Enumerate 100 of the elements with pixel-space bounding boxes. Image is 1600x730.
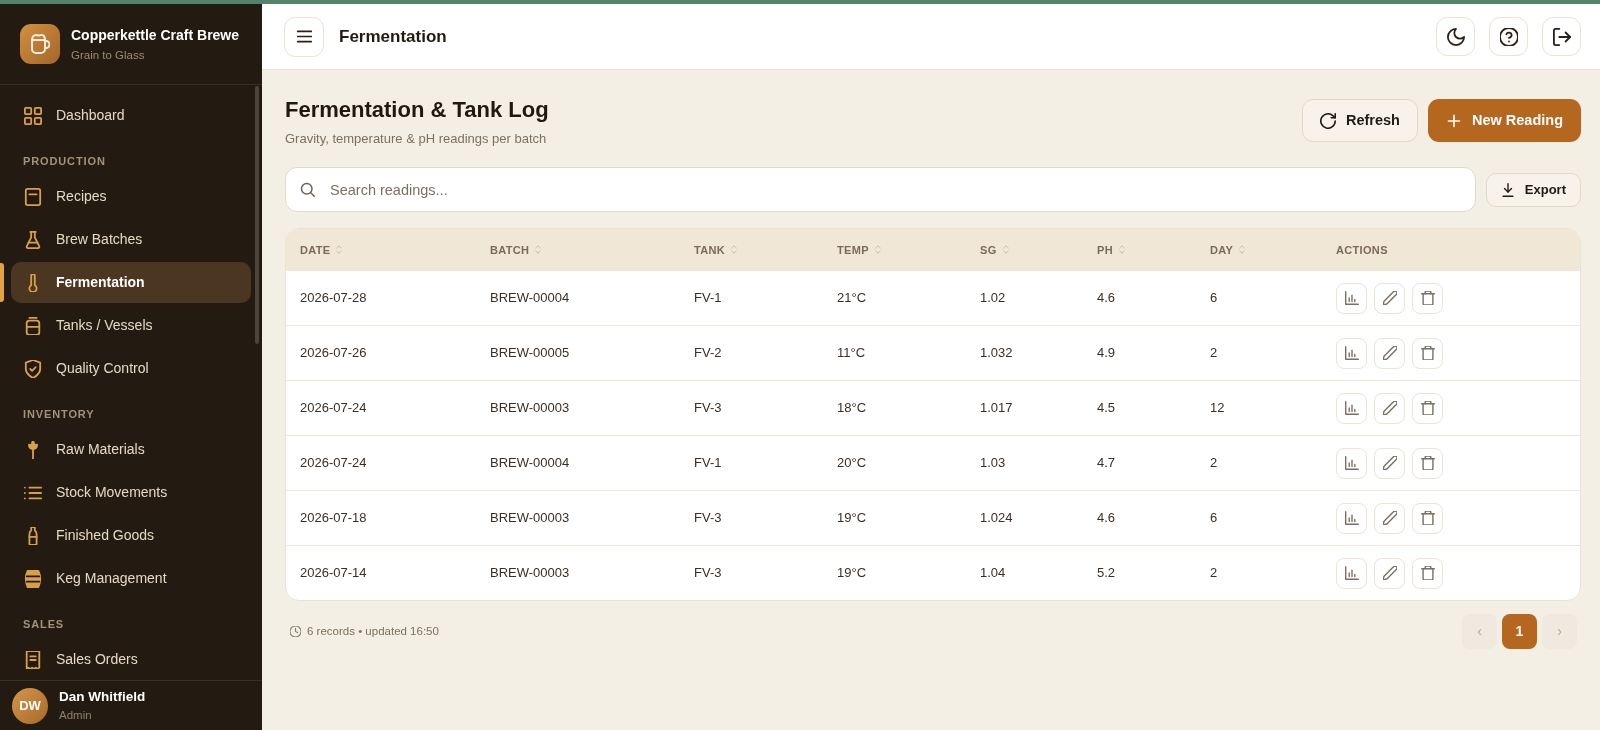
delete-button[interactable] [1412, 337, 1443, 369]
table-cell: 1.04 [980, 565, 1006, 581]
clock-icon [290, 626, 301, 637]
flask-icon [24, 230, 42, 249]
table-cell: 18°C [837, 400, 867, 416]
section-heading: SALES [23, 617, 65, 632]
table-cell: 4.6 [1097, 510, 1116, 526]
pencil-icon [1382, 291, 1397, 305]
column-header[interactable]: BATCH [490, 242, 542, 257]
table-cell: 2 [1210, 455, 1218, 471]
jar-icon [24, 316, 42, 335]
column-header[interactable]: DATE [300, 242, 343, 257]
delete-button[interactable] [1412, 282, 1443, 314]
edit-button[interactable] [1374, 447, 1405, 479]
delete-button[interactable] [1412, 392, 1443, 424]
bar-chart-icon [1344, 401, 1359, 415]
table-cell: 2 [1210, 345, 1218, 361]
bar-chart-icon [1344, 456, 1359, 470]
nav-item[interactable]: Tanks / Vessels [11, 305, 251, 346]
nav-item[interactable]: Stock Movements [11, 472, 251, 513]
table-cell: 11°C [837, 345, 866, 361]
nav-item[interactable]: Brew Batches [11, 219, 251, 260]
sort-icon [535, 245, 542, 254]
table-cell: BREW-00004 [490, 290, 570, 306]
table-cell: 1.02 [980, 290, 1006, 306]
menu-button[interactable] [284, 16, 324, 57]
column-header[interactable]: TANK [694, 242, 738, 257]
header-title: Fermentation [339, 25, 447, 48]
mug-icon [20, 24, 60, 64]
edit-button[interactable] [1374, 392, 1405, 424]
edit-button[interactable] [1374, 557, 1405, 589]
column-header: ACTIONS [1336, 242, 1388, 257]
nav-item[interactable]: Raw Materials [11, 429, 251, 470]
page-button[interactable]: 1 [1502, 614, 1537, 649]
delete-button[interactable] [1412, 502, 1443, 534]
download-icon [1500, 182, 1515, 197]
brand-name: Copperkettle Craft Brewe [71, 25, 240, 44]
page-subtitle: Gravity, temperature & pH readings per batch [285, 130, 547, 148]
column-header[interactable]: PH [1097, 242, 1125, 257]
nav-item[interactable]: Sales Orders [11, 639, 251, 680]
chart-button[interactable] [1336, 337, 1367, 369]
chart-button[interactable] [1336, 502, 1367, 534]
table-cell: FV-3 [694, 565, 722, 581]
table-cell: 2 [1210, 565, 1218, 581]
theme-button[interactable] [1436, 17, 1475, 56]
nav-item[interactable]: Recipes [11, 176, 251, 217]
sort-icon [731, 245, 738, 254]
export-button[interactable]: Export [1485, 172, 1581, 207]
table-cell: BREW-00003 [490, 565, 570, 581]
sort-icon [336, 245, 343, 254]
refresh-icon [1319, 112, 1336, 129]
table-cell: 5.2 [1097, 565, 1116, 581]
scrollbar-thumb[interactable] [255, 86, 259, 344]
chart-button[interactable] [1336, 557, 1367, 589]
avatar: DW [12, 687, 48, 724]
table-cell: 4.6 [1097, 290, 1116, 306]
help-button[interactable] [1489, 17, 1528, 56]
trash-icon [1420, 566, 1435, 580]
section-heading: PRODUCTION [23, 154, 106, 169]
column-header[interactable]: TEMP [837, 242, 881, 257]
sort-icon [874, 245, 881, 254]
bar-chart-icon [1344, 511, 1359, 525]
table-cell: BREW-00003 [490, 510, 570, 526]
edit-button[interactable] [1374, 502, 1405, 534]
chart-button[interactable] [1336, 447, 1367, 479]
barrel-icon [24, 569, 42, 588]
table-cell: 19°C [837, 565, 867, 581]
table-cell: 2026-07-24 [300, 455, 367, 471]
section-heading: INVENTORY [23, 407, 95, 422]
nav-item[interactable]: Quality Control [11, 348, 251, 389]
pencil-icon [1382, 566, 1397, 580]
edit-button[interactable] [1374, 337, 1405, 369]
table-cell: FV-2 [694, 345, 722, 361]
chart-button[interactable] [1336, 392, 1367, 424]
new-reading-button[interactable]: New Reading [1427, 99, 1581, 142]
refresh-button[interactable]: Refresh [1301, 99, 1418, 142]
nav-item[interactable]: Dashboard [11, 95, 251, 136]
trash-icon [1420, 511, 1435, 525]
notepad-icon [24, 187, 42, 206]
table-cell: FV-1 [694, 290, 722, 306]
table-cell: BREW-00005 [490, 345, 570, 361]
help-icon [1499, 27, 1518, 46]
edit-button[interactable] [1374, 282, 1405, 314]
logout-button[interactable] [1542, 17, 1581, 56]
user-name: Dan Whitfield [59, 688, 146, 705]
column-header[interactable]: DAY [1210, 242, 1246, 257]
grid-icon [24, 106, 42, 125]
column-header[interactable]: SG [980, 242, 1009, 257]
chart-button[interactable] [1336, 282, 1367, 314]
delete-button[interactable] [1412, 447, 1443, 479]
table-cell: 1.032 [980, 345, 1013, 361]
nav-item[interactable]: Finished Goods [11, 515, 251, 556]
table-cell: 1.03 [980, 455, 1006, 471]
pencil-icon [1382, 511, 1397, 525]
delete-button[interactable] [1412, 557, 1443, 589]
table-cell: 12 [1210, 400, 1225, 416]
search-field[interactable]: Search readings... [285, 167, 1476, 212]
nav-item[interactable]: Keg Management [11, 558, 251, 599]
trash-icon [1420, 291, 1435, 305]
receipt-icon [24, 650, 42, 669]
